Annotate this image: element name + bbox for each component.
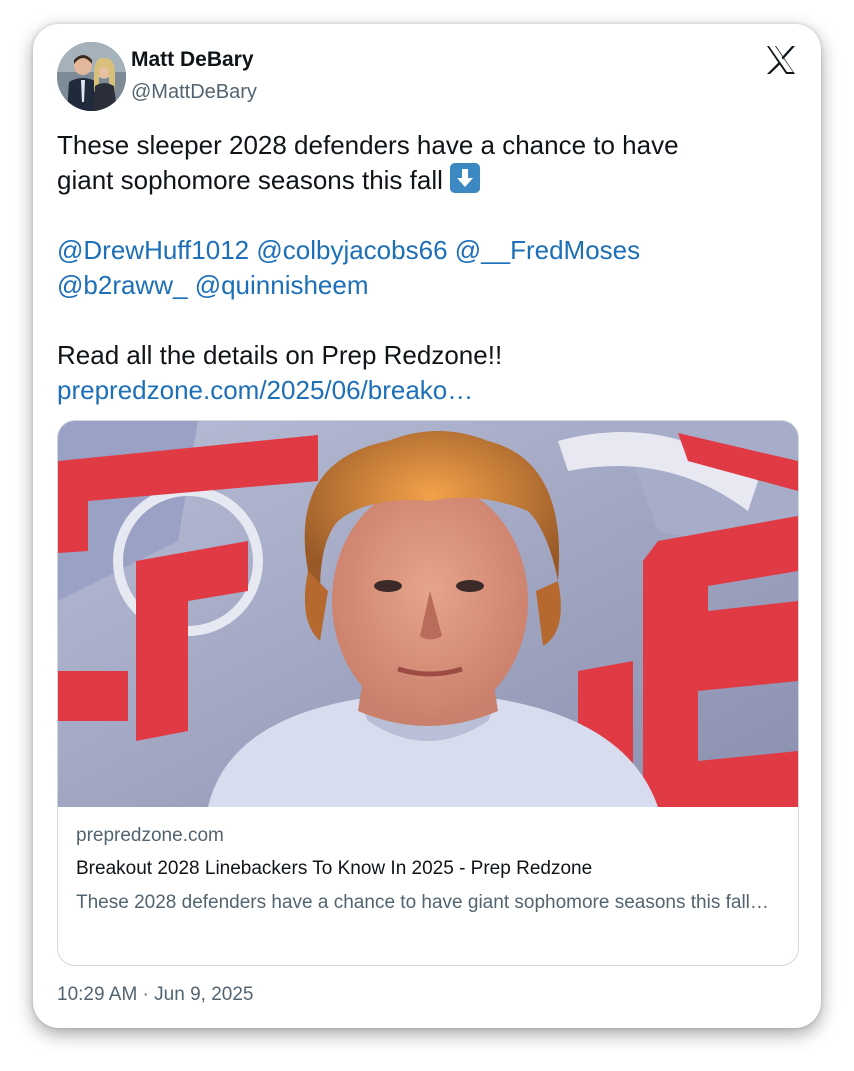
link-card-description: These 2028 defenders have a chance to ha… [76, 892, 769, 913]
tweet-timestamp[interactable]: 10:29 AM · Jun 9, 2025 [57, 984, 253, 1006]
down-arrow-emoji-icon [450, 163, 481, 193]
author-avatar[interactable] [57, 42, 126, 111]
tweet-line-2: giant sophomore seasons this fall [57, 165, 443, 195]
mention-quinnisheem[interactable]: @quinnisheem [195, 270, 369, 300]
mention-drewhuff1012[interactable]: @DrewHuff1012 [57, 235, 249, 265]
link-card-title[interactable]: Breakout 2028 Linebackers To Know In 202… [76, 858, 592, 880]
author-handle[interactable]: @MattDeBary [131, 81, 257, 104]
tweet-line-1: These sleeper 2028 defenders have a chan… [57, 130, 679, 160]
article-url-link[interactable]: prepredzone.com/2025/06/breako… [57, 373, 797, 408]
author-name[interactable]: Matt DeBary [131, 48, 254, 72]
link-card-domain: prepredzone.com [76, 825, 224, 846]
link-preview-card[interactable]: prepredzone.com Breakout 2028 Linebacker… [57, 420, 799, 966]
tweet-card: Matt DeBary @MattDeBary These sleeper 20… [33, 24, 821, 1028]
read-more-text: Read all the details on Prep Redzone!! [57, 340, 503, 370]
mention-fredmoses[interactable]: @__FredMoses [455, 235, 640, 265]
x-logo-icon[interactable] [765, 44, 797, 76]
article-photo[interactable] [58, 421, 798, 807]
tweet-text: These sleeper 2028 defenders have a chan… [57, 128, 797, 408]
mention-b2raww[interactable]: @b2raww_ [57, 270, 187, 300]
mention-colbyjacobs66[interactable]: @colbyjacobs66 [256, 235, 447, 265]
